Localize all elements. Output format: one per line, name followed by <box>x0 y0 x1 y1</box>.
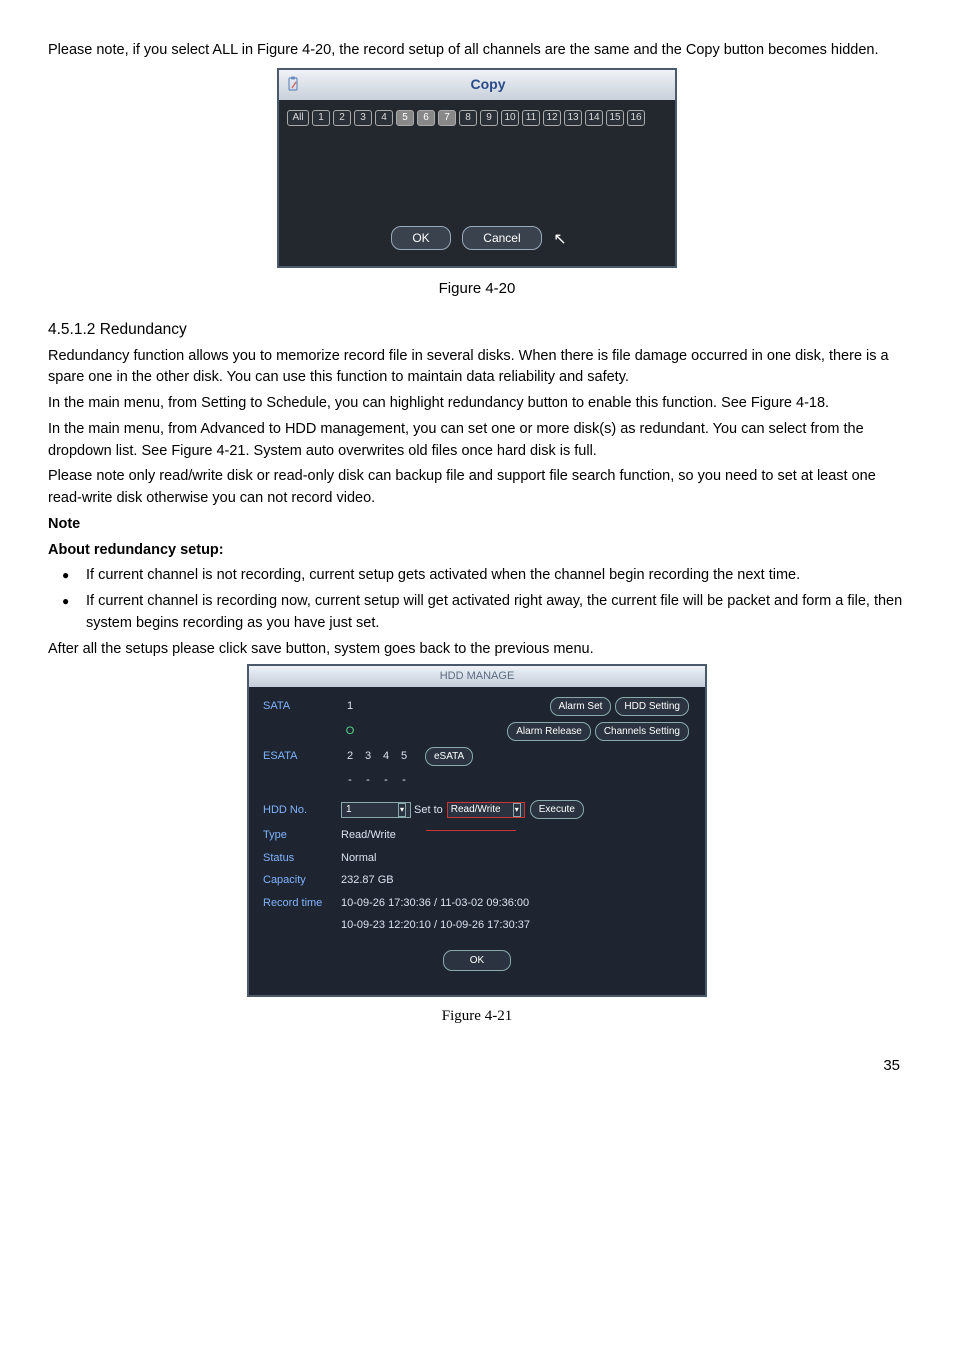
bullet-2: If current channel is recording now, cur… <box>62 591 906 635</box>
copy-dialog-title: Copy <box>305 74 671 95</box>
chevron-down-icon: ▾ <box>513 803 521 817</box>
section-p4: Please note only read/write disk or read… <box>48 466 906 510</box>
cancel-button[interactable]: Cancel <box>462 226 541 250</box>
record-time-line2: 10-09-23 12:20:10 / 10-09-26 17:30:37 <box>341 917 530 934</box>
note-heading: Note <box>48 514 906 536</box>
type-label: Type <box>263 827 341 844</box>
channel-11[interactable]: 11 <box>522 110 540 126</box>
chevron-down-icon: ▾ <box>398 803 406 817</box>
copy-dialog-titlebar: Copy <box>279 70 675 100</box>
type-value: Read/Write <box>341 827 396 844</box>
hdd-manage-dialog: HDD MANAGE SATA 1 Alarm Set HDD Setting … <box>247 664 707 997</box>
channel-7[interactable]: 7 <box>438 110 456 126</box>
section-p2: In the main menu, from Setting to Schedu… <box>48 393 906 415</box>
hdd-setting-button[interactable]: HDD Setting <box>615 697 689 716</box>
section-heading: 4.5.1.2 Redundancy <box>48 318 906 341</box>
record-time-label: Record time <box>263 895 341 912</box>
alarm-set-button[interactable]: Alarm Set <box>550 697 612 716</box>
channel-5[interactable]: 5 <box>396 110 414 126</box>
hdd-manage-title: HDD MANAGE <box>249 666 705 687</box>
capacity-label: Capacity <box>263 872 341 889</box>
channel-6[interactable]: 6 <box>417 110 435 126</box>
channel-1[interactable]: 1 <box>312 110 330 126</box>
channel-16[interactable]: 16 <box>627 110 645 126</box>
sata-mark: O <box>341 723 359 740</box>
channel-all-button[interactable]: All <box>287 110 309 126</box>
esata-4: 4 <box>377 748 395 765</box>
channel-9[interactable]: 9 <box>480 110 498 126</box>
channel-12[interactable]: 12 <box>543 110 561 126</box>
channel-row: All 1 2 3 4 5 6 7 8 9 10 11 12 13 14 15 … <box>287 110 667 126</box>
alarm-release-button[interactable]: Alarm Release <box>507 722 591 741</box>
channel-13[interactable]: 13 <box>564 110 582 126</box>
ok-button[interactable]: OK <box>391 226 450 250</box>
record-time-line1: 10-09-26 17:30:36 / 11-03-02 09:36:00 <box>341 895 529 912</box>
sata-label: SATA <box>263 698 341 715</box>
esata-3: 3 <box>359 748 377 765</box>
sata-num: 1 <box>341 698 359 715</box>
bullet-1: If current channel is not recording, cur… <box>62 565 906 587</box>
esata-5: 5 <box>395 748 413 765</box>
status-value: Normal <box>341 850 376 867</box>
execute-button[interactable]: Execute <box>530 800 584 819</box>
set-to-value: Read/Write <box>451 802 501 817</box>
esata-label: ESATA <box>263 748 341 765</box>
channel-10[interactable]: 10 <box>501 110 519 126</box>
esata-button[interactable]: eSATA <box>425 747 473 766</box>
section-p1: Redundancy function allows you to memori… <box>48 346 906 390</box>
hdd-no-value: 1 <box>346 802 352 817</box>
channels-setting-button[interactable]: Channels Setting <box>595 722 689 741</box>
page-number: 35 <box>48 1055 906 1078</box>
cursor-icon: ↖ <box>553 228 566 252</box>
channel-8[interactable]: 8 <box>459 110 477 126</box>
figure-4-20-caption: Figure 4-20 <box>48 278 906 301</box>
section-p3: In the main menu, from Advanced to HDD m… <box>48 419 906 463</box>
channel-2[interactable]: 2 <box>333 110 351 126</box>
esata-2: 2 <box>341 748 359 765</box>
clipboard-icon <box>283 74 305 96</box>
section-p5: After all the setups please click save b… <box>48 639 906 661</box>
hdd-no-label: HDD No. <box>263 802 341 819</box>
set-to-select[interactable]: Read/Write ▾ <box>447 802 525 818</box>
figure-4-21-caption: Figure 4-21 <box>48 1005 906 1028</box>
hdd-no-select[interactable]: 1 ▾ <box>341 802 411 818</box>
channel-14[interactable]: 14 <box>585 110 603 126</box>
channel-15[interactable]: 15 <box>606 110 624 126</box>
about-heading: About redundancy setup: <box>48 540 906 562</box>
hdd-ok-button[interactable]: OK <box>443 950 511 971</box>
status-label: Status <box>263 850 341 867</box>
intro-paragraph: Please note, if you select ALL in Figure… <box>48 40 906 62</box>
set-to-label: Set to <box>414 802 443 819</box>
channel-3[interactable]: 3 <box>354 110 372 126</box>
channel-4[interactable]: 4 <box>375 110 393 126</box>
capacity-value: 232.87 GB <box>341 872 394 889</box>
copy-dialog: Copy All 1 2 3 4 5 6 7 8 9 10 11 12 13 1… <box>277 68 677 268</box>
